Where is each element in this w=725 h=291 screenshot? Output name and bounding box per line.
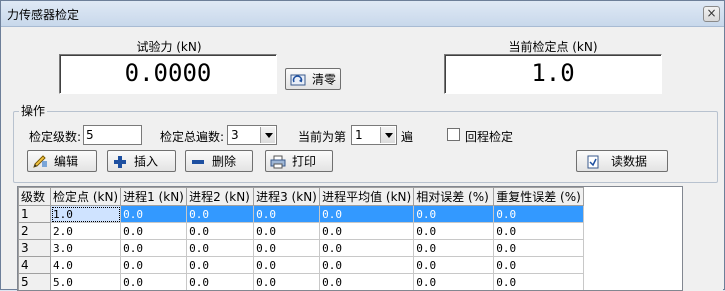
operation-group — [13, 111, 718, 183]
column-header[interactable]: 检定点 (kN) — [49, 187, 122, 206]
printer-icon — [270, 155, 286, 169]
data-table: 级数 检定点 (kN) 进程1 (kN) 进程2 (kN) 进程3 (kN) 进程平均值 … — [18, 187, 584, 290]
load-label: 试验力 (kN) — [136, 40, 202, 54]
column-header[interactable]: 相对误差 (%) — [413, 187, 495, 206]
table-cell[interactable]: 0.0 — [120, 222, 188, 240]
table-row[interactable]: 3 3.0 0.0 0.0 0.0 0.0 0.0 0.0 — [18, 239, 584, 257]
delete-button[interactable]: 删除 — [185, 150, 253, 172]
column-header[interactable]: 进程平均值 (kN) — [319, 187, 415, 206]
row-header-cell: 4 — [18, 256, 51, 274]
minus-icon — [190, 155, 206, 169]
table-cell[interactable]: 0.0 — [186, 239, 255, 257]
total-passes-value: 3 — [231, 128, 239, 142]
table-cell[interactable]: 0.0 — [413, 239, 495, 257]
column-header[interactable]: 进程1 (kN) — [120, 187, 188, 206]
current-pass-value: 1 — [355, 128, 363, 142]
row-header-cell: 2 — [18, 222, 51, 240]
window-title: 力传感器检定 — [7, 8, 80, 22]
table-cell[interactable]: 4.0 — [49, 256, 122, 274]
operation-group-legend: 操作 — [19, 102, 48, 119]
insert-button[interactable]: 插入 — [107, 150, 176, 172]
table-cell[interactable]: 0.0 — [413, 222, 495, 240]
table-cell[interactable]: 0.0 — [120, 239, 188, 257]
row-header-cell: 1 — [18, 205, 51, 223]
refresh-icon — [290, 73, 306, 87]
insert-button-label: 插入 — [134, 154, 159, 169]
table-cell[interactable]: 0.0 — [319, 239, 415, 257]
table-header-row: 级数 检定点 (kN) 进程1 (kN) 进程2 (kN) 进程3 (kN) 进程平均值 … — [18, 187, 584, 206]
table-cell[interactable]: 0.0 — [413, 256, 495, 274]
data-grid[interactable]: 级数 检定点 (kN) 进程1 (kN) 进程2 (kN) 进程3 (kN) 进程平均值 … — [17, 186, 683, 291]
levels-input[interactable]: 5 — [83, 125, 142, 145]
zero-button-label: 清零 — [312, 72, 337, 87]
table-cell[interactable]: 0.0 — [253, 273, 321, 290]
read-data-button[interactable]: 读数据 — [576, 150, 668, 172]
table-cell[interactable]: 0.0 — [253, 256, 321, 274]
return-check-label: 回程检定 — [465, 130, 514, 144]
table-row[interactable]: 1 1.0 0.0 0.0 0.0 0.0 0.0 0.0 — [18, 205, 584, 223]
column-header[interactable]: 进程3 (kN) — [253, 187, 321, 206]
column-header[interactable]: 级数 — [18, 187, 51, 206]
edit-button[interactable]: 编辑 — [27, 150, 97, 172]
dialog-window: 力传感器检定 × 试验力 (kN) 0.0000 清零 当前检定点 (kN) 1… — [0, 0, 725, 291]
table-cell[interactable]: 0.0 — [186, 273, 255, 290]
table-cell[interactable]: 0.0 — [493, 222, 584, 240]
table-cell[interactable]: 0.0 — [493, 205, 584, 223]
delete-button-label: 删除 — [212, 154, 237, 169]
table-cell[interactable]: 0.0 — [253, 205, 321, 223]
load-display: 0.0000 — [59, 54, 277, 94]
table-cell[interactable]: 0.0 — [493, 273, 584, 290]
table-cell[interactable]: 0.0 — [120, 205, 188, 223]
chevron-down-icon[interactable] — [380, 127, 395, 143]
current-pass-suffix: 遍 — [401, 130, 414, 144]
table-cell[interactable]: 0.0 — [186, 222, 255, 240]
table-cell[interactable]: 5.0 — [49, 273, 122, 290]
table-cell[interactable]: 0.0 — [319, 205, 415, 223]
current-pass-select[interactable]: 1 — [351, 125, 397, 145]
document-icon — [585, 155, 601, 169]
table-cell[interactable]: 0.0 — [413, 205, 495, 223]
edit-button-label: 编辑 — [54, 154, 79, 169]
zero-button[interactable]: 清零 — [285, 68, 341, 90]
total-passes-label: 检定总遍数: — [160, 130, 225, 144]
row-header-cell: 3 — [18, 239, 51, 257]
print-button-label: 打印 — [292, 154, 317, 169]
table-cell[interactable]: 0.0 — [493, 256, 584, 274]
levels-label: 检定级数: — [29, 130, 82, 144]
title-bar: 力传感器检定 × — [1, 1, 724, 27]
close-button[interactable]: × — [703, 6, 720, 22]
column-header[interactable]: 进程2 (kN) — [186, 187, 255, 206]
table-cell[interactable]: 0.0 — [319, 222, 415, 240]
table-cell[interactable]: 0.0 — [413, 273, 495, 290]
row-header-cell: 5 — [18, 273, 51, 290]
print-button[interactable]: 打印 — [265, 150, 333, 172]
table-cell[interactable]: 0.0 — [253, 239, 321, 257]
current-point-label: 当前检定点 (kN) — [508, 40, 598, 54]
column-header[interactable]: 重复性误差 (%) — [493, 187, 584, 206]
table-cell[interactable]: 0.0 — [493, 239, 584, 257]
plus-icon — [112, 155, 128, 169]
table-row[interactable]: 2 2.0 0.0 0.0 0.0 0.0 0.0 0.0 — [18, 222, 584, 240]
table-cell[interactable]: 0.0 — [319, 273, 415, 290]
table-cell[interactable]: 0.0 — [186, 205, 255, 223]
table-cell[interactable]: 0.0 — [319, 256, 415, 274]
table-row[interactable]: 4 4.0 0.0 0.0 0.0 0.0 0.0 0.0 — [18, 256, 584, 274]
pencil-icon — [32, 154, 48, 169]
close-icon: × — [706, 6, 717, 20]
table-cell[interactable]: 0.0 — [120, 273, 188, 290]
grid-right-gap — [683, 186, 723, 291]
return-check-checkbox[interactable] — [447, 128, 460, 141]
total-passes-select[interactable]: 3 — [227, 125, 277, 145]
table-row[interactable]: 5 5.0 0.0 0.0 0.0 0.0 0.0 0.0 — [18, 273, 584, 290]
current-point-display: 1.0 — [444, 54, 662, 94]
table-cell[interactable]: 3.0 — [49, 239, 122, 257]
table-cell[interactable]: 1.0 — [49, 205, 122, 223]
table-cell[interactable]: 0.0 — [253, 222, 321, 240]
table-cell[interactable]: 0.0 — [186, 256, 255, 274]
table-cell[interactable]: 0.0 — [120, 256, 188, 274]
chevron-down-icon[interactable] — [260, 127, 275, 143]
current-pass-label: 当前为第 — [298, 130, 347, 144]
table-cell[interactable]: 2.0 — [49, 222, 122, 240]
read-data-button-label: 读数据 — [611, 154, 648, 169]
